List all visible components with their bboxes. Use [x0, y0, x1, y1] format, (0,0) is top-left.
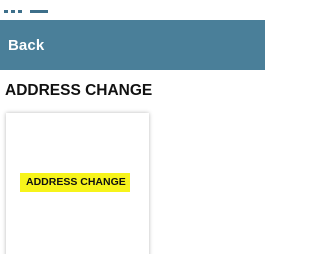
- section-heading: ADDRESS CHANGE: [5, 82, 153, 99]
- back-button[interactable]: Back: [0, 20, 265, 70]
- back-label: Back: [8, 36, 45, 54]
- address-change-card[interactable]: ADDRESS CHANGE: [6, 113, 149, 254]
- card-tag: ADDRESS CHANGE: [20, 173, 130, 192]
- menu-dot-icon: [18, 10, 22, 13]
- page: Back ADDRESS CHANGE ADDRESS CHANGE: [0, 0, 265, 254]
- menu-dash-icon: [30, 10, 48, 13]
- menu-dot-icon: [4, 10, 8, 13]
- top-strip: [0, 0, 265, 20]
- menu-dot-icon: [11, 10, 15, 13]
